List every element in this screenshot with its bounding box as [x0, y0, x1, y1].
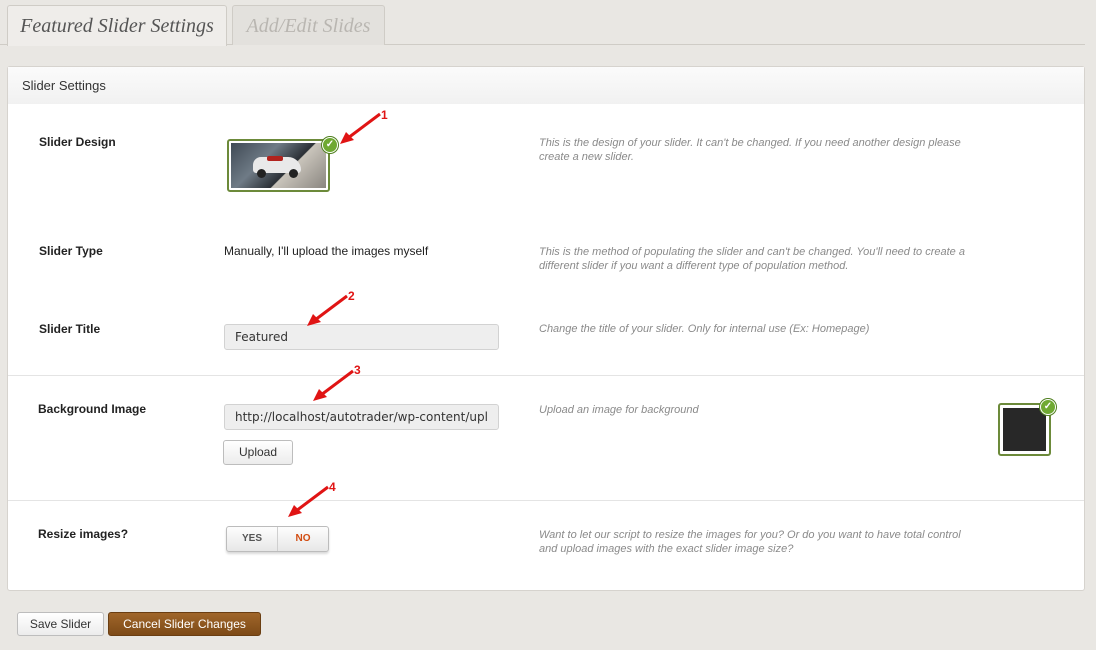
upload-button[interactable]: Upload	[223, 440, 293, 465]
slider-design-thumbnail[interactable]	[227, 139, 330, 192]
slider-type-help: This is the method of populating the sli…	[539, 246, 965, 272]
slider-title-label: Slider Title	[39, 322, 101, 336]
annotation-number: 2	[348, 289, 355, 303]
slider-settings-panel: Slider Settings Slider Design ✓ This is …	[7, 66, 1085, 591]
annotation-arrow-1	[340, 112, 381, 144]
slider-design-help: This is the design of your slider. It ca…	[539, 137, 961, 163]
slider-title-input[interactable]: Featured	[224, 324, 499, 350]
section-divider	[8, 375, 1084, 376]
slider-type-value: Manually, I'll upload the images myself	[224, 244, 429, 258]
annotation-arrow-4	[288, 485, 329, 517]
background-image-help: Upload an image for background	[539, 404, 699, 416]
resize-images-label: Resize images?	[38, 527, 129, 541]
section-divider	[8, 500, 1084, 501]
save-slider-button[interactable]: Save Slider	[17, 612, 104, 636]
annotation-number: 1	[381, 108, 388, 122]
tab-bar: Featured Slider Settings Add/Edit Slides	[0, 0, 1096, 46]
slider-type-label: Slider Type	[39, 244, 103, 258]
resize-images-help: Want to let our script to resize the ima…	[539, 529, 961, 555]
tab-add-edit-slides[interactable]: Add/Edit Slides	[232, 5, 385, 45]
resize-images-toggle[interactable]: YES NO	[226, 526, 329, 552]
annotation-number: 4	[329, 480, 336, 494]
checkmark-icon: ✓	[322, 137, 338, 153]
cancel-slider-changes-button[interactable]: Cancel Slider Changes	[108, 612, 261, 636]
car-image	[231, 143, 326, 188]
tab-featured-slider-settings[interactable]: Featured Slider Settings	[7, 5, 227, 46]
slider-title-help: Change the title of your slider. Only fo…	[539, 323, 870, 335]
toggle-yes[interactable]: YES	[227, 527, 278, 551]
panel-title: Slider Settings	[8, 67, 1084, 104]
toggle-no[interactable]: NO	[278, 527, 328, 551]
background-image-label: Background Image	[38, 402, 147, 416]
background-image-url-input[interactable]: http://localhost/autotrader/wp-content/u…	[224, 404, 499, 430]
annotation-arrow-2	[307, 294, 348, 326]
slider-design-label: Slider Design	[39, 135, 116, 149]
annotation-number: 3	[354, 363, 361, 377]
checkmark-icon: ✓	[1040, 399, 1056, 415]
annotation-arrow-3	[313, 369, 354, 401]
